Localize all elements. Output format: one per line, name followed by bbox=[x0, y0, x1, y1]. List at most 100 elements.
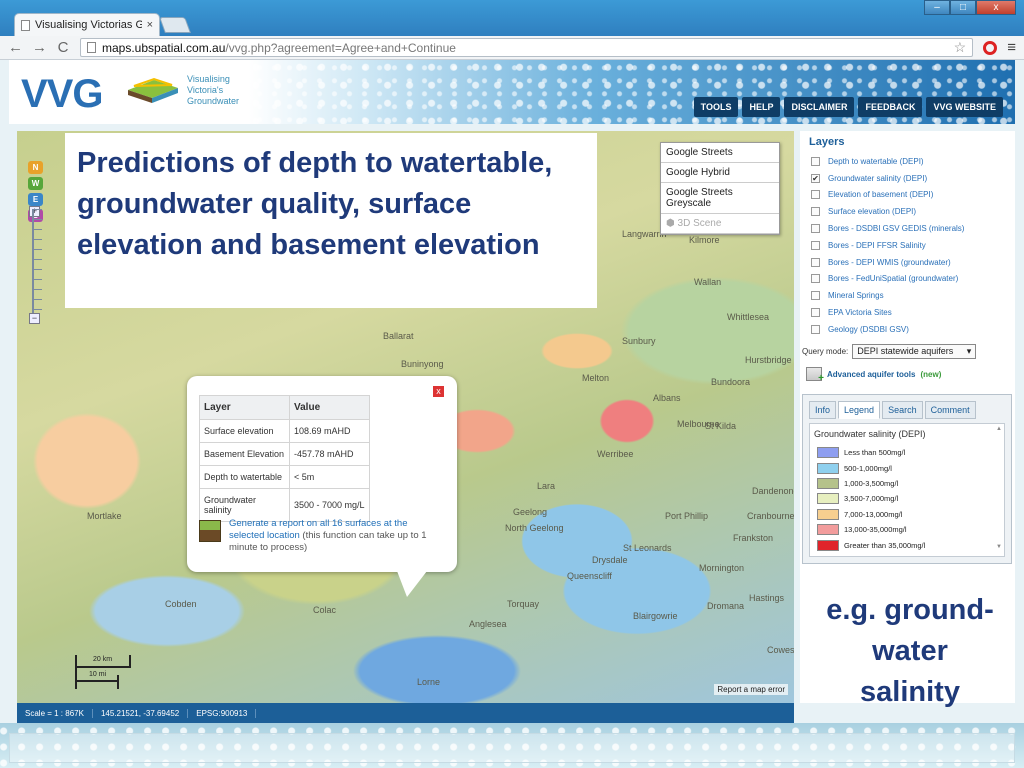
address-bar[interactable]: maps.ubspatial.com.au/vvg.php?agreement=… bbox=[80, 38, 974, 57]
column-header: Layer bbox=[199, 395, 290, 420]
map-label: Blairgowrie bbox=[633, 611, 678, 621]
site-nav: TOOLS HELP DISCLAIMER FEEDBACK VVG WEBSI… bbox=[693, 97, 1003, 117]
zoom-out-button[interactable]: − bbox=[29, 313, 40, 324]
layer-row[interactable]: EPA Victoria Sites bbox=[811, 304, 1011, 321]
legend-scrollbar[interactable]: ▲ ▼ bbox=[995, 426, 1003, 554]
map-label: Hastings bbox=[749, 593, 785, 603]
popup-close-icon[interactable]: x bbox=[433, 386, 444, 397]
map-label: Lorne bbox=[417, 677, 441, 687]
pan-north-button[interactable]: N bbox=[28, 161, 43, 174]
layer-label: Geology (DSDBI GSV) bbox=[828, 324, 909, 334]
pan-west-button[interactable]: W bbox=[28, 177, 43, 190]
layer-row[interactable]: Bores - FedUniSpatial (groundwater) bbox=[811, 271, 1011, 288]
dropdown-arrow-icon: ▾ bbox=[966, 346, 972, 356]
layer-row[interactable]: Bores - DSDBI GSV GEDIS (minerals) bbox=[811, 220, 1011, 237]
opera-icon[interactable] bbox=[983, 40, 998, 55]
layer-checkbox[interactable] bbox=[811, 274, 820, 284]
legend-label: 1,000-3,500mg/l bbox=[844, 478, 899, 488]
add-tool-icon bbox=[806, 367, 824, 384]
layer-checkbox[interactable] bbox=[811, 324, 820, 334]
coordinate-readout: 145.21521, -37.69452 bbox=[93, 708, 189, 718]
nav-tools[interactable]: TOOLS bbox=[693, 97, 739, 117]
layer-row[interactable]: Geology (DSDBI GSV) bbox=[811, 321, 1011, 338]
layer-checkbox[interactable] bbox=[811, 308, 820, 318]
reload-icon[interactable]: C bbox=[56, 39, 70, 56]
layers-list: Depth to watertable (DEPI) ✔ Groundwater s… bbox=[811, 153, 1011, 338]
column-header: Value bbox=[289, 395, 370, 420]
layer-checkbox[interactable] bbox=[811, 257, 820, 267]
vvg-logo[interactable]: VVG bbox=[21, 72, 103, 117]
legend-item: Greater than 35,000mg/l bbox=[817, 537, 925, 552]
nav-help[interactable]: HELP bbox=[742, 97, 781, 117]
map-label: Mornington bbox=[699, 563, 745, 573]
layer-checkbox[interactable] bbox=[811, 190, 820, 200]
layer-label: Bores - DEPI WMIS (groundwater) bbox=[828, 257, 951, 267]
close-window-button[interactable]: x bbox=[976, 0, 1016, 15]
legend-label: 13,000-35,000mg/l bbox=[844, 525, 907, 535]
caption-line: water bbox=[872, 635, 948, 667]
layer-label: Elevation of basement (DEPI) bbox=[828, 190, 934, 200]
tab-legend[interactable]: Legend bbox=[838, 401, 881, 419]
nav-vvg-website[interactable]: VVG WEBSITE bbox=[926, 97, 1003, 117]
map-label: Geelong bbox=[513, 507, 548, 517]
query-mode-select[interactable]: DEPI statewide aquifers ▾ bbox=[852, 344, 977, 359]
layer-row[interactable]: Mineral Springs bbox=[811, 287, 1011, 304]
tab-info[interactable]: Info bbox=[809, 401, 837, 419]
scroll-down-icon[interactable]: ▼ bbox=[995, 544, 1003, 550]
legend-item: 7,000-13,000mg/l bbox=[817, 507, 925, 522]
map-status-bar: Scale = 1 : 867K 145.21521, -37.69452 EP… bbox=[17, 703, 794, 723]
legend-swatch bbox=[817, 524, 839, 536]
minimize-button[interactable]: – bbox=[924, 0, 950, 15]
map-type-google-greyscale[interactable]: Google Streets Greyscale bbox=[661, 183, 779, 214]
layer-row[interactable]: Bores - DEPI FFSR Salinity bbox=[811, 237, 1011, 254]
browser-tab[interactable]: Visualising Victorias Grou × bbox=[14, 13, 160, 36]
bookmark-star-icon[interactable]: ☆ bbox=[954, 39, 967, 56]
map-type-google-hybrid[interactable]: Google Hybrid bbox=[661, 163, 779, 183]
forward-arrow-icon[interactable]: → bbox=[32, 39, 47, 56]
zoom-slider[interactable] bbox=[32, 209, 42, 319]
pan-east-button[interactable]: E bbox=[28, 193, 43, 206]
tab-search[interactable]: Search bbox=[882, 401, 923, 419]
legend-item: 500-1,000mg/l bbox=[817, 460, 925, 475]
layer-checkbox[interactable] bbox=[811, 291, 820, 301]
tab-comment[interactable]: Comment bbox=[924, 401, 976, 419]
scroll-track bbox=[995, 432, 1003, 544]
layer-checkbox[interactable] bbox=[811, 207, 820, 217]
layer-cell: Groundwater salinity bbox=[199, 488, 290, 522]
legend-label: Less than 500mg/l bbox=[844, 448, 906, 458]
cube-icon: ⬢ bbox=[666, 218, 678, 229]
layer-row[interactable]: ✔ Groundwater salinity (DEPI) bbox=[811, 170, 1011, 187]
layer-checkbox[interactable]: ✔ bbox=[811, 173, 820, 183]
layer-row[interactable]: Bores - DEPI WMIS (groundwater) bbox=[811, 254, 1011, 271]
map-label: Bundoora bbox=[711, 377, 751, 387]
nav-feedback[interactable]: FEEDBACK bbox=[858, 97, 923, 117]
layer-checkbox[interactable] bbox=[811, 156, 820, 166]
advanced-aquifer-tools[interactable]: Advanced aquifer tools (new) bbox=[806, 367, 942, 384]
caption-line: salinity bbox=[860, 676, 960, 708]
maximize-button[interactable]: □ bbox=[950, 0, 976, 15]
new-tab-button[interactable] bbox=[159, 17, 191, 33]
layer-row[interactable]: Elevation of basement (DEPI) bbox=[811, 187, 1011, 204]
layer-checkbox[interactable] bbox=[811, 224, 820, 234]
scroll-up-icon[interactable]: ▲ bbox=[995, 426, 1003, 432]
layer-label: Groundwater salinity (DEPI) bbox=[828, 173, 928, 183]
tab-close-icon[interactable]: × bbox=[147, 19, 153, 31]
url-path: /vvg.php?agreement=Agree+and+Continue bbox=[225, 40, 456, 55]
back-arrow-icon[interactable]: ← bbox=[8, 39, 23, 56]
layer-row[interactable]: Depth to watertable (DEPI) bbox=[811, 153, 1011, 170]
nav-disclaimer[interactable]: DISCLAIMER bbox=[784, 97, 855, 117]
layer-row[interactable]: Surface elevation (DEPI) bbox=[811, 203, 1011, 220]
new-badge: (new) bbox=[920, 369, 942, 379]
layer-cell: Depth to watertable bbox=[199, 465, 290, 489]
legend-swatch bbox=[817, 508, 839, 520]
map-type-google-streets[interactable]: Google Streets bbox=[661, 143, 779, 163]
report-map-error-link[interactable]: Report a map error bbox=[714, 684, 788, 695]
map-label: Lara bbox=[537, 481, 556, 491]
layer-checkbox[interactable] bbox=[811, 240, 820, 250]
menu-icon[interactable]: ≡ bbox=[1007, 39, 1016, 56]
map-type-3d-scene[interactable]: ⬢ 3D Scene bbox=[661, 214, 779, 234]
map-label: Melton bbox=[582, 373, 610, 383]
value-cell: 108.69 mAHD bbox=[289, 419, 370, 443]
page-footer-banner bbox=[0, 723, 1024, 768]
legend-item: 13,000-35,000mg/l bbox=[817, 522, 925, 537]
